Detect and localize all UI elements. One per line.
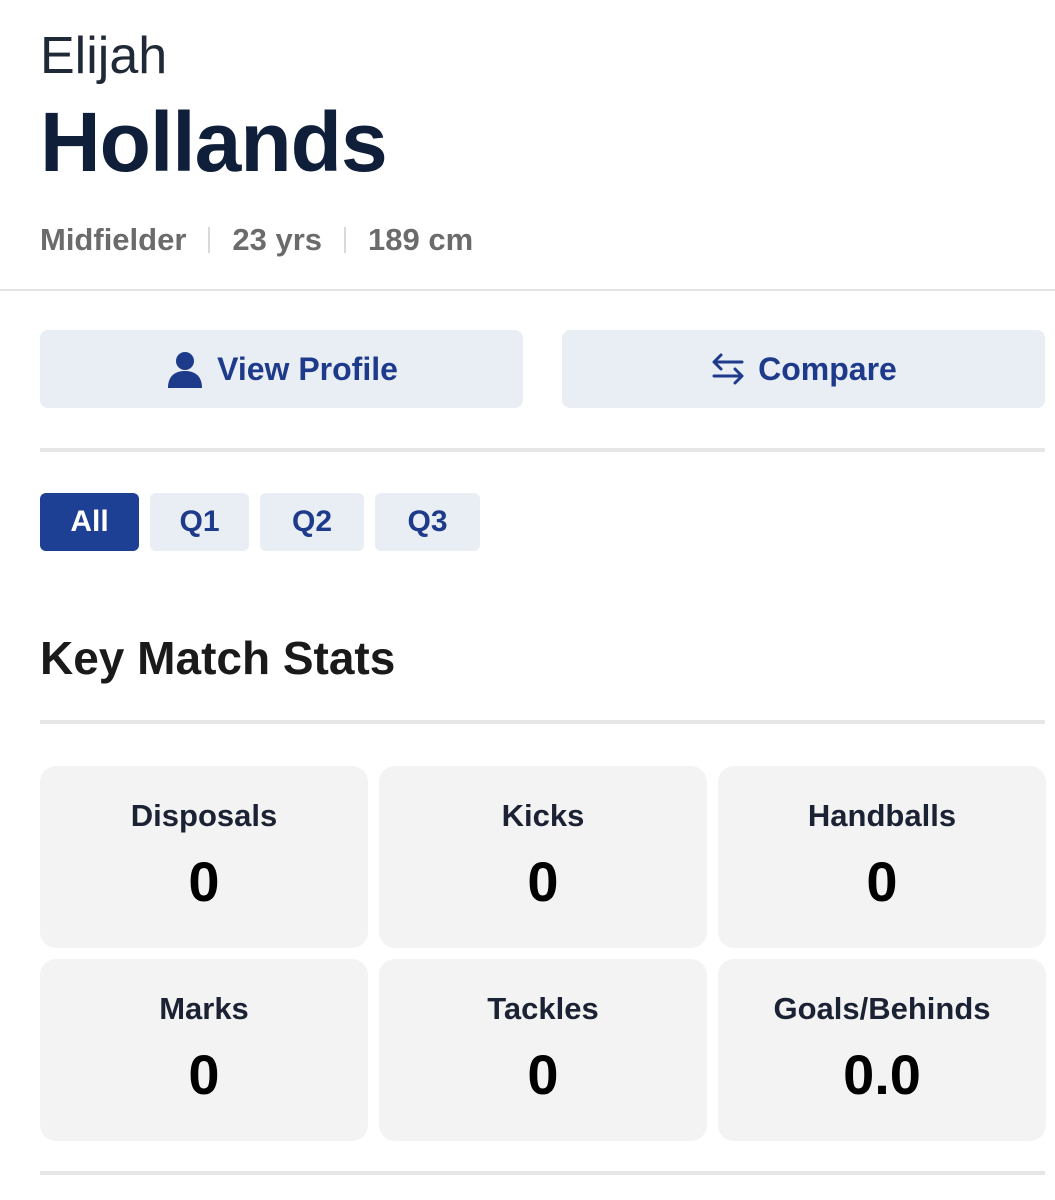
- swap-arrows-icon: [710, 351, 746, 387]
- header-divider: [0, 289, 1055, 291]
- player-age: 23 yrs: [232, 222, 323, 257]
- stat-label: Kicks: [501, 798, 585, 833]
- stat-label: Handballs: [807, 798, 957, 833]
- key-match-stats-title: Key Match Stats: [40, 632, 396, 684]
- compare-label: Compare: [758, 350, 897, 387]
- user-icon: [165, 349, 205, 389]
- tab-q3[interactable]: Q3: [375, 493, 480, 551]
- tab-q2[interactable]: Q2: [260, 493, 364, 551]
- section-divider: [40, 448, 1045, 452]
- player-last-name: Hollands: [40, 95, 388, 189]
- stat-label: Marks: [159, 991, 249, 1026]
- player-meta: Midfielder 23 yrs 189 cm: [40, 220, 473, 260]
- stat-card-tackles: Tackles 0: [379, 959, 707, 1141]
- tab-q1[interactable]: Q1: [150, 493, 249, 551]
- stats-grid: Disposals 0 Kicks 0 Handballs 0 Marks 0 …: [40, 766, 1046, 1141]
- view-profile-button[interactable]: View Profile: [40, 330, 523, 408]
- stat-label: Disposals: [130, 798, 278, 833]
- stat-value: 0: [527, 850, 559, 913]
- stat-label: Goals/Behinds: [773, 991, 991, 1026]
- stat-card-kicks: Kicks 0: [379, 766, 707, 948]
- meta-separator: [344, 227, 347, 253]
- stat-card-marks: Marks 0: [40, 959, 368, 1141]
- player-position: Midfielder: [40, 222, 187, 257]
- meta-separator: [208, 227, 211, 253]
- stat-value: 0.0: [843, 1043, 921, 1106]
- stat-card-handballs: Handballs 0: [718, 766, 1046, 948]
- quarter-tabs: All Q1 Q2 Q3: [40, 493, 491, 551]
- stat-card-goals-behinds: Goals/Behinds 0.0: [718, 959, 1046, 1141]
- tab-all[interactable]: All: [40, 493, 139, 551]
- player-first-name: Elijah: [40, 27, 168, 85]
- stat-value: 0: [188, 850, 220, 913]
- stat-value: 0: [527, 1043, 559, 1106]
- stats-title-divider: [40, 720, 1045, 724]
- compare-button[interactable]: Compare: [562, 330, 1045, 408]
- stat-card-disposals: Disposals 0: [40, 766, 368, 948]
- stat-value: 0: [866, 850, 898, 913]
- view-profile-label: View Profile: [217, 350, 398, 387]
- bottom-divider: [40, 1171, 1045, 1175]
- player-height: 189 cm: [368, 222, 474, 257]
- stat-label: Tackles: [487, 991, 599, 1026]
- stat-value: 0: [188, 1043, 220, 1106]
